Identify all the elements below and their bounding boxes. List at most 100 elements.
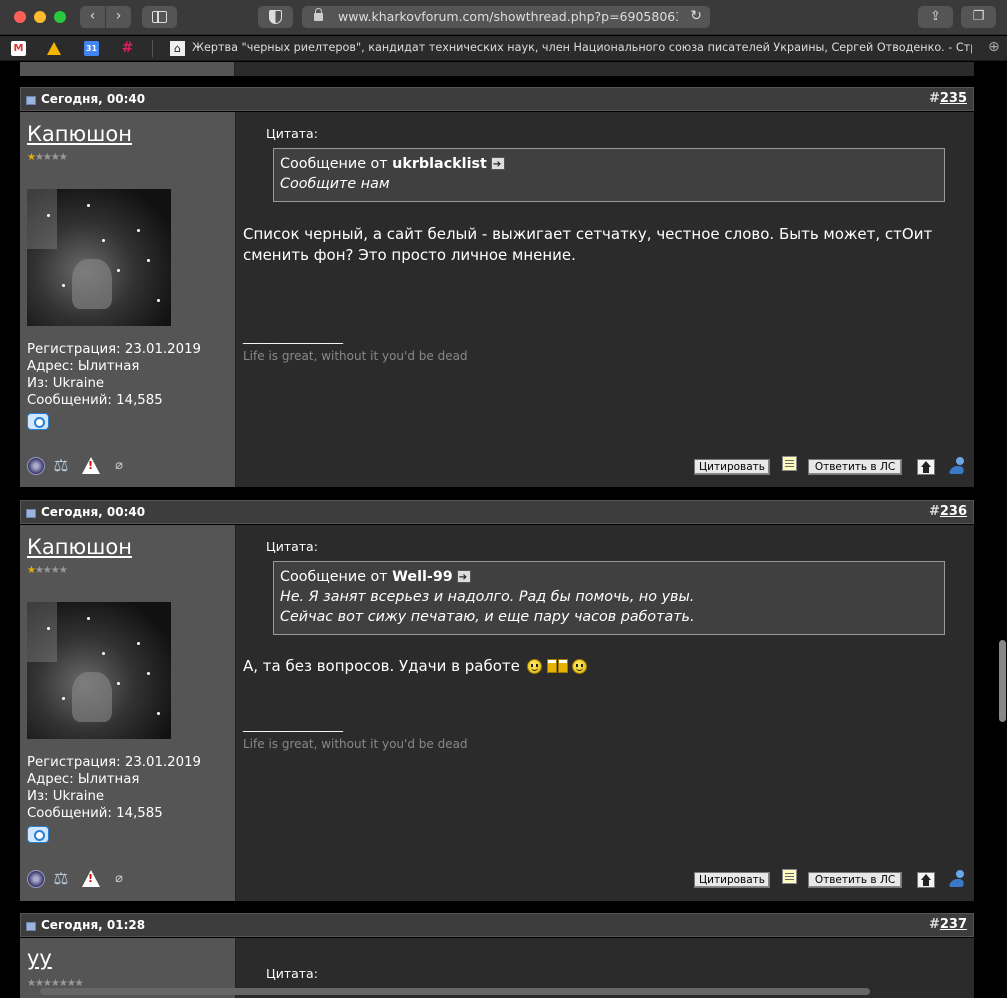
signature-separator: __________________ [243,718,343,733]
previous-post-footer [20,62,974,76]
report-warning-icon[interactable] [82,457,100,474]
signature-separator: __________________ [243,330,343,345]
slack-icon[interactable]: # [120,41,135,56]
post-header: Сегодня, 00:40 #235 [20,87,974,111]
registration-date: Регистрация: 23.01.2019 [27,342,202,357]
post-number-link[interactable]: #235 [929,91,967,106]
user-location: Из: Ukraine [27,789,105,804]
address-bar[interactable]: www.kharkovforum.com/showthread.php?p=69… [302,6,710,28]
post-message: Список черный, а сайт белый - выжигает с… [243,225,933,264]
tab-title[interactable]: Жертва "черных риелтеров", кандидат техн… [192,41,972,54]
paperclip-icon[interactable]: ⌀ [110,870,128,888]
quote-box: Сообщение от ukrblacklist Сообщите нам [273,148,945,202]
shield-icon [269,10,282,24]
post-icon [26,922,36,931]
signature-text: Life is great, without it you'd be dead [243,349,468,363]
tab-overview-button[interactable]: ❐ [961,6,996,28]
smile-emoticon-icon [571,659,587,674]
post-date: Сегодня, 01:28 [41,918,146,932]
multi-quote-note-icon[interactable] [782,869,797,884]
quote-button[interactable]: Цитировать [694,459,770,475]
close-window-button[interactable] [14,11,26,23]
share-button[interactable]: ⇪ [918,6,953,28]
minimize-window-button[interactable] [34,11,46,23]
multi-quote-note-icon[interactable] [782,456,797,471]
quote-box: Сообщение от Well-99 Не. Я занят всерьез… [273,561,945,635]
registration-date: Регистрация: 23.01.2019 [27,755,202,770]
chevron-right-icon: › [115,8,122,24]
avatar [27,602,171,739]
camera-icon[interactable] [27,413,49,430]
google-drive-icon[interactable] [47,41,62,56]
report-warning-icon[interactable] [82,870,100,887]
view-post-arrow-icon[interactable] [456,568,471,588]
username-link[interactable]: уу [27,946,52,970]
reputation-stars: ★★★★★ [27,152,68,163]
site-favicon-icon: ⌂ [170,41,185,56]
post-header: Сегодня, 00:40 #236 [20,500,974,524]
horizontal-scrollbar[interactable] [40,988,870,995]
post-number-link[interactable]: #237 [929,917,967,932]
bookmarks-and-tab-bar: M 31 # ⌂ Жертва "черных риелтеров", канд… [0,36,1007,61]
paperclip-icon[interactable]: ⌀ [110,457,128,475]
zoom-window-button[interactable] [54,11,66,23]
quote-text: Сообщите нам [280,176,390,192]
post-235: Сегодня, 00:40 #235 Капюшон ★★★★★ Регист… [20,87,974,487]
home-icon[interactable] [917,459,935,475]
globe-icon[interactable] [27,457,45,475]
quote-text-line: Сейчас вот сижу печатаю, и еще пару часо… [280,609,695,625]
vertical-scrollbar[interactable] [999,640,1006,722]
post-236: Сегодня, 00:40 #236 Капюшон ★★★★★ Регист… [20,500,974,901]
post-content: Цитата: Сообщение от Well-99 Не. Я занят… [236,525,974,901]
globe-icon[interactable] [27,870,45,888]
home-icon[interactable] [917,872,935,888]
chevron-left-icon: ‹ [89,8,96,24]
beer-emoticon-icon [546,659,568,673]
quote-text-line: Не. Я занят всерьез и надолго. Рад бы по… [280,589,695,605]
post-message: А, та без вопросов. Удачи в работе [243,656,963,677]
post-icon [26,509,36,518]
reputation-scales-icon[interactable]: ⚖ [52,870,70,888]
post-content: Цитата: Сообщение от ukrblacklist Сообщи… [236,112,974,487]
post-header: Сегодня, 01:28 #237 [20,913,974,937]
camera-icon[interactable] [27,826,49,843]
user-address: Адрес: Ылитная [27,359,140,374]
post-237: Сегодня, 01:28 #237 уу ★★★★★★★ Цитата: [20,913,974,998]
user-profile-icon[interactable] [948,457,968,477]
quote-button[interactable]: Цитировать [694,872,770,888]
reply-pm-button[interactable]: Ответить в ЛС [808,872,902,888]
user-location: Из: Ukraine [27,376,105,391]
share-icon: ⇪ [930,9,941,24]
avatar [27,189,171,326]
signature-text: Life is great, without it you'd be dead [243,737,468,751]
reputation-scales-icon[interactable]: ⚖ [52,457,70,475]
user-info-panel: Капюшон ★★★★★ Регистрация: 23.01.2019 Ад… [20,112,236,487]
user-profile-icon[interactable] [948,870,968,890]
reload-icon[interactable]: ↻ [690,8,702,24]
user-info-panel: Капюшон ★★★★★ Регистрация: 23.01.2019 Ад… [20,525,236,901]
close-tab-icon[interactable]: ⊕ [988,39,1000,55]
sidebar-toggle-button[interactable] [142,6,177,28]
browser-titlebar: ‹ › www.kharkovforum.com/showthread.php?… [0,0,1007,35]
post-number-link[interactable]: #236 [929,504,967,519]
view-post-arrow-icon[interactable] [490,155,505,175]
back-button[interactable]: ‹ [80,6,105,28]
google-calendar-icon[interactable]: 31 [84,41,99,56]
lock-icon [314,8,323,21]
reply-pm-button[interactable]: Ответить в ЛС [808,459,902,475]
url-text[interactable]: www.kharkovforum.com/showthread.php?p=69… [338,9,678,24]
quote-label: Цитата: [266,126,318,141]
reputation-stars: ★★★★★ [27,565,68,576]
quote-label: Цитата: [266,966,318,981]
privacy-report-button[interactable] [258,6,293,28]
gmail-icon[interactable]: M [11,41,26,56]
sidebar-icon [152,11,167,23]
tab-divider [152,40,153,57]
username-link[interactable]: Капюшон [27,122,132,146]
tabs-icon: ❐ [972,9,985,24]
username-link[interactable]: Капюшон [27,535,132,559]
quote-source: Сообщение от ukrblacklist [280,154,938,175]
post-icon [26,96,36,105]
user-post-count: Сообщений: 14,585 [27,393,163,408]
forward-button[interactable]: › [106,6,131,28]
